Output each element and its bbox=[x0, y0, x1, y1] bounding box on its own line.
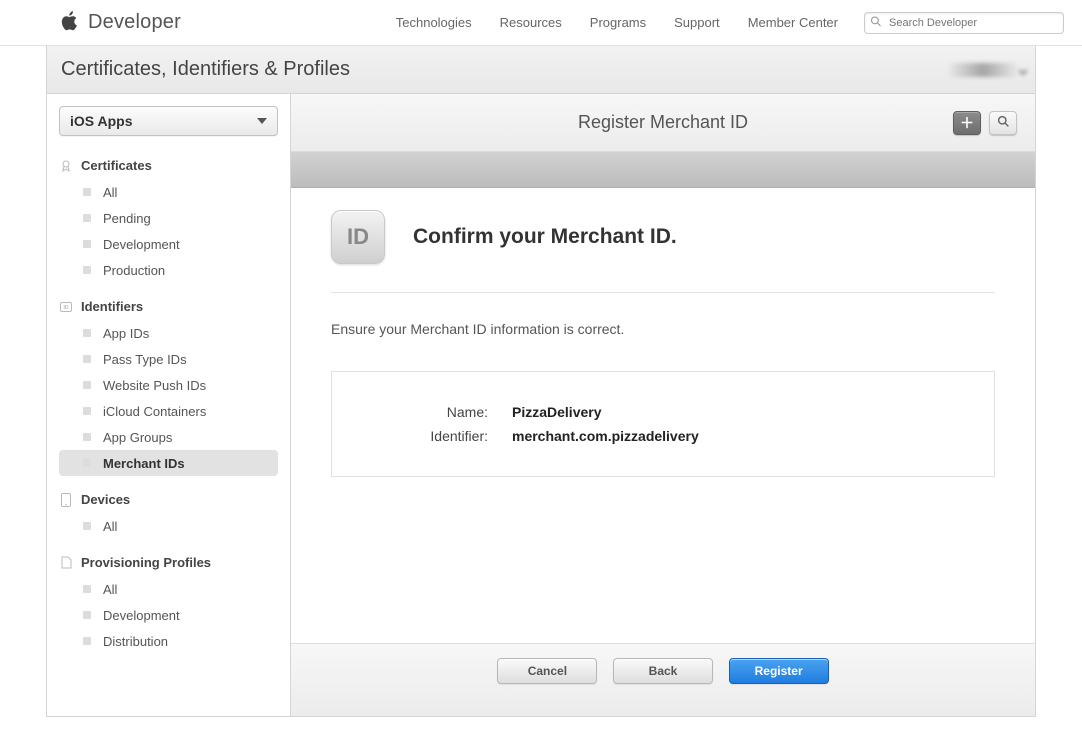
search-icon bbox=[870, 15, 882, 30]
sidebar-item-cert-development[interactable]: Development bbox=[59, 231, 278, 257]
section-label: Devices bbox=[81, 492, 130, 507]
profile-icon bbox=[59, 556, 73, 570]
search-input[interactable] bbox=[864, 12, 1064, 34]
nav-programs[interactable]: Programs bbox=[590, 15, 646, 30]
nav-member-center[interactable]: Member Center bbox=[748, 15, 838, 30]
nav-resources[interactable]: Resources bbox=[500, 15, 562, 30]
platform-label: iOS Apps bbox=[70, 113, 257, 129]
divider bbox=[331, 292, 995, 293]
device-icon bbox=[59, 493, 73, 507]
apple-logo-icon bbox=[60, 11, 78, 34]
developer-brand: Developer bbox=[88, 11, 181, 34]
sidebar-item-icloud-containers[interactable]: iCloud Containers bbox=[59, 398, 278, 424]
sidebar-item-cert-production[interactable]: Production bbox=[59, 257, 278, 283]
nav-support[interactable]: Support bbox=[674, 15, 720, 30]
sidebar-item-cert-pending[interactable]: Pending bbox=[59, 205, 278, 231]
main-title: Register Merchant ID bbox=[381, 112, 945, 133]
nav-technologies[interactable]: Technologies bbox=[396, 15, 472, 30]
section-label: Provisioning Profiles bbox=[81, 555, 211, 570]
cancel-button[interactable]: Cancel bbox=[497, 658, 597, 684]
sidebar-item-app-ids[interactable]: App IDs bbox=[59, 320, 278, 346]
sidebar-item-pass-type-ids[interactable]: Pass Type IDs bbox=[59, 346, 278, 372]
id-icon: ID bbox=[59, 300, 73, 314]
merchant-info-box: Name: PizzaDelivery Identifier: merchant… bbox=[331, 371, 995, 477]
section-identifiers: ID Identifiers bbox=[59, 299, 278, 314]
sidebar-item-prov-all[interactable]: All bbox=[59, 576, 278, 602]
register-button[interactable]: Register bbox=[729, 658, 829, 684]
section-provisioning: Provisioning Profiles bbox=[59, 555, 278, 570]
sidebar-item-prov-development[interactable]: Development bbox=[59, 602, 278, 628]
back-button[interactable]: Back bbox=[613, 658, 713, 684]
name-value: PizzaDelivery bbox=[512, 404, 602, 420]
chevron-down-icon bbox=[1019, 65, 1027, 80]
identifier-value: merchant.com.pizzadelivery bbox=[512, 428, 699, 444]
subheader-title: Certificates, Identifiers & Profiles bbox=[61, 58, 350, 81]
account-selector[interactable] bbox=[949, 63, 1017, 77]
name-label: Name: bbox=[362, 404, 512, 420]
footer-bar: Cancel Back Register bbox=[291, 643, 1035, 716]
section-label: Identifiers bbox=[81, 299, 143, 314]
plus-icon: ＋ bbox=[960, 113, 974, 133]
identifier-label: Identifier: bbox=[362, 428, 512, 444]
svg-text:ID: ID bbox=[64, 305, 69, 311]
chevron-down-icon bbox=[257, 118, 267, 124]
instruction-text: Ensure your Merchant ID information is c… bbox=[331, 321, 995, 337]
id-tile-icon: ID bbox=[331, 210, 385, 264]
sidebar-item-merchant-ids[interactable]: Merchant IDs bbox=[59, 450, 278, 476]
confirm-heading: Confirm your Merchant ID. bbox=[413, 225, 677, 249]
add-button[interactable]: ＋ bbox=[953, 111, 981, 135]
divider-strip bbox=[291, 152, 1035, 188]
badge-icon bbox=[59, 159, 73, 173]
section-devices: Devices bbox=[59, 492, 278, 507]
sidebar-item-website-push-ids[interactable]: Website Push IDs bbox=[59, 372, 278, 398]
main-panel: Register Merchant ID ＋ ID Confirm your M… bbox=[291, 94, 1035, 716]
sidebar-item-app-groups[interactable]: App Groups bbox=[59, 424, 278, 450]
search-icon bbox=[997, 115, 1010, 131]
platform-selector[interactable]: iOS Apps bbox=[59, 106, 278, 136]
main-titlebar: Register Merchant ID ＋ bbox=[291, 94, 1035, 152]
sidebar-item-cert-all[interactable]: All bbox=[59, 179, 278, 205]
sidebar: iOS Apps Certificates All Pending Develo… bbox=[47, 94, 291, 716]
section-certificates: Certificates bbox=[59, 158, 278, 173]
search-button[interactable] bbox=[989, 111, 1017, 135]
sidebar-item-devices-all[interactable]: All bbox=[59, 513, 278, 539]
page-subheader: Certificates, Identifiers & Profiles bbox=[46, 46, 1036, 94]
sidebar-item-prov-distribution[interactable]: Distribution bbox=[59, 628, 278, 654]
top-nav: Developer Technologies Resources Program… bbox=[0, 0, 1082, 46]
section-label: Certificates bbox=[81, 158, 152, 173]
